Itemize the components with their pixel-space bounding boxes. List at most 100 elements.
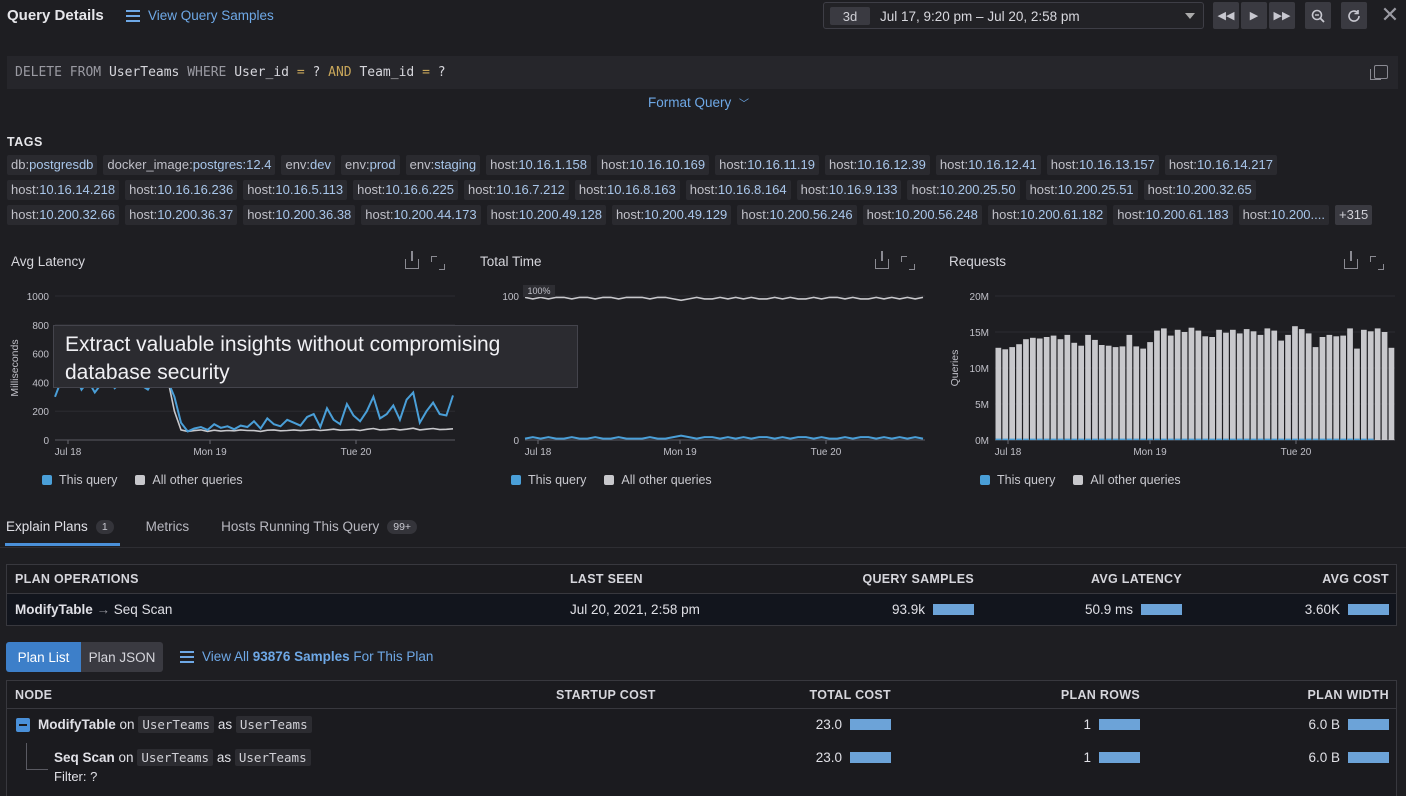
bar-this-query[interactable] <box>1202 438 1209 441</box>
tag-chip[interactable]: host:10.200.36.38 <box>243 205 356 225</box>
bar-this-query[interactable] <box>1161 438 1167 441</box>
bar-other-queries[interactable] <box>1278 340 1284 440</box>
legend-this-query[interactable]: This query <box>42 473 117 487</box>
bar-this-query[interactable] <box>1016 438 1022 441</box>
bar-this-query[interactable] <box>1209 438 1215 441</box>
bar-other-queries[interactable] <box>1181 332 1188 440</box>
bar-other-queries[interactable] <box>1078 345 1084 440</box>
tag-chip[interactable]: host:10.16.7.212 <box>463 180 569 200</box>
bar-other-queries[interactable] <box>1126 334 1133 440</box>
bar-other-queries[interactable] <box>1098 345 1105 440</box>
chevron-down-icon[interactable] <box>1185 13 1195 19</box>
tag-chip[interactable]: host:10.200.25.50 <box>907 180 1020 200</box>
view-query-samples-link[interactable]: View Query Samples <box>126 8 274 23</box>
range-chip[interactable]: 3d <box>830 7 870 25</box>
requests-chart[interactable]: 20M 15M 10M 5M 0M Queries Jul 18 Mon 19 Tue 20 <box>940 285 1400 465</box>
bar-this-query[interactable] <box>1298 438 1305 441</box>
bar-this-query[interactable] <box>1098 438 1105 441</box>
legend-other-queries[interactable]: All other queries <box>135 473 243 487</box>
bar-this-query[interactable] <box>1181 438 1188 441</box>
tab-hosts[interactable]: Hosts Running This Query 99+ <box>221 516 418 544</box>
tag-chip[interactable]: host:10.16.8.163 <box>574 180 680 200</box>
bar-this-query[interactable] <box>1243 438 1250 441</box>
tag-chip[interactable]: host:10.200.36.37 <box>125 205 238 225</box>
bar-other-queries[interactable] <box>1347 328 1353 440</box>
tag-chip[interactable]: host:10.16.14.218 <box>7 180 120 200</box>
tag-chip[interactable]: host:10.16.5.113 <box>243 180 348 200</box>
bar-this-query[interactable] <box>1333 438 1340 441</box>
tag-chip[interactable]: host:10.16.12.41 <box>935 155 1041 175</box>
bar-this-query[interactable] <box>1064 438 1071 441</box>
play-button[interactable]: ▶ <box>1241 2 1267 29</box>
tag-chip[interactable]: db:postgresdb <box>7 155 98 175</box>
bar-this-query[interactable] <box>1078 438 1084 441</box>
bar-other-queries[interactable] <box>1202 336 1209 440</box>
bar-other-queries[interactable] <box>1381 332 1388 440</box>
bar-other-queries[interactable] <box>1188 327 1195 440</box>
tag-chip[interactable]: host:10.200.32.65 <box>1143 180 1256 200</box>
bar-other-queries[interactable] <box>1002 349 1009 440</box>
bar-this-query[interactable] <box>1036 438 1043 441</box>
tag-chip[interactable]: host:10.16.8.164 <box>685 180 791 200</box>
expand-icon[interactable] <box>1370 256 1384 270</box>
bar-this-query[interactable] <box>1216 438 1222 441</box>
bar-this-query[interactable] <box>1319 438 1326 441</box>
bar-other-queries[interactable] <box>1161 328 1167 440</box>
close-button[interactable]: ✕ <box>1378 2 1402 27</box>
bar-other-queries[interactable] <box>1016 344 1022 440</box>
bar-this-query[interactable] <box>1230 438 1236 441</box>
bar-other-queries[interactable] <box>1043 337 1050 440</box>
bar-this-query[interactable] <box>1354 438 1360 441</box>
tag-chip[interactable]: host:10.16.14.217 <box>1164 155 1277 175</box>
bar-other-queries[interactable] <box>1312 347 1319 440</box>
legend-this-query[interactable]: This query <box>511 473 586 487</box>
tag-chip[interactable]: host:10.200.... <box>1238 205 1329 225</box>
tag-chip[interactable]: host:10.16.12.39 <box>825 155 930 175</box>
share-icon[interactable] <box>405 251 419 269</box>
bar-this-query[interactable] <box>1195 438 1202 441</box>
bar-this-query[interactable] <box>1105 438 1112 441</box>
bar-this-query[interactable] <box>1043 438 1050 441</box>
time-range-picker[interactable]: 3d Jul 17, 9:20 pm – Jul 20, 2:58 pm <box>823 2 1204 29</box>
bar-other-queries[interactable] <box>1092 339 1098 440</box>
tag-chip[interactable]: env:staging <box>405 155 481 175</box>
bar-this-query[interactable] <box>1140 438 1146 441</box>
bar-other-queries[interactable] <box>1354 348 1360 440</box>
legend-other-queries[interactable]: All other queries <box>604 473 712 487</box>
bar-this-query[interactable] <box>1257 438 1264 441</box>
bar-this-query[interactable] <box>1292 438 1298 441</box>
bar-other-queries[interactable] <box>1271 330 1278 440</box>
bar-other-queries[interactable] <box>1292 326 1298 440</box>
bar-this-query[interactable] <box>1264 438 1271 441</box>
bar-this-query[interactable] <box>1347 438 1353 441</box>
bar-this-query[interactable] <box>1023 438 1029 441</box>
tag-chip[interactable]: host:10.16.10.169 <box>597 155 710 175</box>
view-all-samples-link[interactable]: View All 93876 Samples For This Plan <box>180 649 433 664</box>
copy-icon[interactable] <box>1370 65 1388 80</box>
bar-other-queries[interactable] <box>1209 337 1215 440</box>
bar-other-queries[interactable] <box>1057 339 1064 440</box>
bar-this-query[interactable] <box>1236 438 1243 441</box>
bar-this-query[interactable] <box>1305 438 1312 441</box>
bar-other-queries[interactable] <box>1030 337 1036 440</box>
zoom-out-button[interactable] <box>1305 2 1331 29</box>
bar-other-queries[interactable] <box>1264 328 1271 440</box>
bar-this-query[interactable] <box>1285 438 1291 441</box>
collapse-icon[interactable] <box>16 718 30 732</box>
bar-other-queries[interactable] <box>1154 330 1160 440</box>
bar-other-queries[interactable] <box>1167 335 1174 440</box>
bar-this-query[interactable] <box>1340 438 1346 441</box>
format-query-button[interactable]: Format Query ﹀ <box>648 95 749 110</box>
bar-this-query[interactable] <box>1278 438 1284 441</box>
bar-this-query[interactable] <box>1188 438 1195 441</box>
bar-other-queries[interactable] <box>1388 347 1395 440</box>
tag-chip[interactable]: host:10.200.61.182 <box>987 205 1108 225</box>
tab-explain-plans[interactable]: Explain Plans 1 <box>5 516 120 546</box>
tag-chip[interactable]: host:10.200.49.128 <box>486 205 606 225</box>
series-line-other-queries[interactable] <box>524 296 924 302</box>
more-tags-button[interactable]: +315 <box>1334 205 1373 225</box>
tag-chip[interactable]: host:10.200.44.173 <box>361 205 481 225</box>
bar-other-queries[interactable] <box>1333 336 1340 440</box>
bar-this-query[interactable] <box>1119 438 1126 441</box>
bar-this-query[interactable] <box>1057 438 1064 441</box>
